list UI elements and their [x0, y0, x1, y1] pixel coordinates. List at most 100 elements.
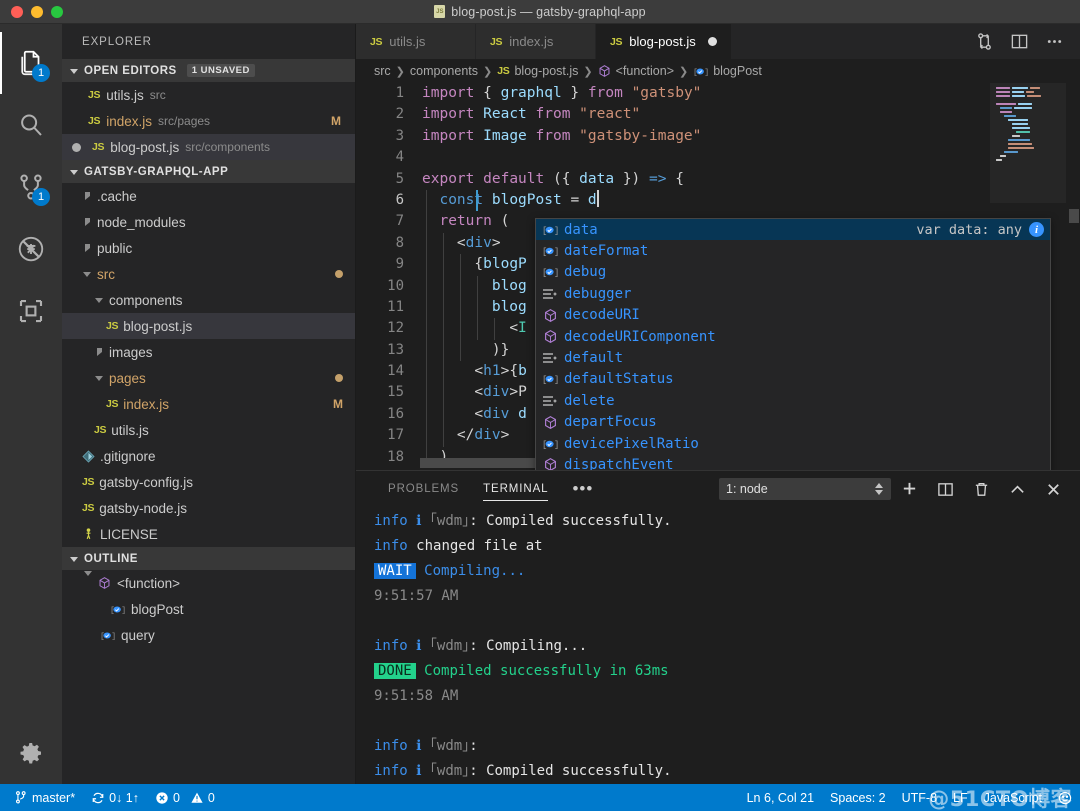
split-terminal-icon[interactable] — [937, 481, 954, 498]
suggest-item[interactable]: default — [536, 347, 1050, 368]
more-actions-icon[interactable] — [1045, 32, 1064, 51]
tree-item-public[interactable]: public — [62, 235, 355, 261]
tab-terminal[interactable]: TERMINAL — [471, 471, 560, 507]
split-merge-icon[interactable] — [975, 32, 994, 51]
tree-item-gitignore[interactable]: .gitignore — [62, 443, 355, 469]
tree-item-license[interactable]: LICENSE — [62, 521, 355, 547]
minimize-window-button[interactable] — [31, 5, 43, 18]
tree-item-blog-post-js[interactable]: JS blog-post.js — [62, 313, 355, 339]
open-editor-row[interactable]: JS index.js src/pages M — [62, 108, 355, 134]
new-terminal-icon[interactable] — [901, 481, 918, 498]
svg-text:]: ] — [111, 631, 115, 641]
split-editor-icon[interactable] — [1010, 32, 1029, 51]
chevron-down-icon — [70, 169, 78, 175]
close-window-button[interactable] — [11, 5, 23, 18]
suggest-item[interactable]: [ ] debug — [536, 262, 1050, 283]
tree-item-pages[interactable]: pages — [62, 365, 355, 391]
tree-item-components[interactable]: components — [62, 287, 355, 313]
tree-item-node-modules[interactable]: node_modules — [62, 209, 355, 235]
tree-item-label: utils.js — [111, 422, 149, 438]
suggest-item[interactable]: decodeURI — [536, 305, 1050, 326]
status-feedback-icon[interactable] — [1050, 784, 1080, 811]
suggest-label: decodeURI — [564, 307, 640, 324]
zoom-window-button[interactable] — [51, 5, 63, 18]
code-editor[interactable]: 1 import { graphql } from "gatsby" 2 impor… — [356, 83, 1080, 470]
status-problems[interactable]: 0 0 — [147, 784, 223, 811]
panel-more-icon[interactable]: ••• — [560, 471, 605, 507]
breadcrumb-function[interactable]: <function> — [616, 64, 674, 78]
breadcrumb-components[interactable]: components — [410, 64, 478, 78]
section-open-editors[interactable]: OPEN EDITORS 1 UNSAVED — [62, 59, 355, 82]
tree-item-gatsby-node[interactable]: JS gatsby-node.js — [62, 495, 355, 521]
unsaved-badge: 1 UNSAVED — [186, 64, 255, 77]
suggest-item[interactable]: delete — [536, 390, 1050, 411]
close-panel-icon[interactable] — [1045, 481, 1062, 498]
terminal-output[interactable]: info ℹ ｢wdm｣: Compiled successfully. inf… — [356, 507, 1080, 784]
suggest-item[interactable]: [ ] devicePixelRatio — [536, 433, 1050, 454]
tree-item-gatsby-config[interactable]: JS gatsby-config.js — [62, 469, 355, 495]
activity-extensions[interactable] — [0, 280, 62, 342]
maximize-panel-icon[interactable] — [1009, 481, 1026, 498]
tab-blog-post-js[interactable]: JS blog-post.js — [596, 24, 732, 59]
tree-item-index-js[interactable]: JS index.js M — [62, 391, 355, 417]
suggest-item[interactable]: [ ] dateFormat — [536, 240, 1050, 261]
suggest-widget[interactable]: [ ] data var data: any i — [535, 218, 1051, 470]
tree-item-cache[interactable]: .cache — [62, 183, 355, 209]
tab-utils-js[interactable]: JS utils.js — [356, 24, 476, 59]
status-cursor-position[interactable]: Ln 6, Col 21 — [733, 784, 822, 811]
tab-index-js[interactable]: JS index.js — [476, 24, 596, 59]
tab-problems[interactable]: PROBLEMS — [376, 471, 471, 507]
suggest-item[interactable]: decodeURIComponent — [536, 326, 1050, 347]
js-file-icon — [434, 5, 446, 18]
outline-item-blogpost[interactable]: [ ] blogPost — [62, 596, 355, 622]
suggest-label: debugger — [564, 285, 632, 302]
status-encoding[interactable]: UTF-8 — [894, 784, 945, 811]
svg-text:]: ] — [554, 247, 558, 257]
status-eol[interactable]: LF — [945, 784, 976, 811]
outline-item-query[interactable]: [ ] query — [62, 622, 355, 648]
scrollbar-thumb[interactable] — [1069, 209, 1079, 223]
open-editor-row[interactable]: JS utils.js src — [62, 82, 355, 108]
svg-text:]: ] — [704, 67, 708, 77]
terminal-selector[interactable]: 1: node — [719, 478, 891, 500]
terminal-line: DONE Compiled successfully in 63ms — [374, 659, 1080, 684]
suggest-item[interactable]: [ ] data var data: any i — [536, 219, 1050, 241]
suggest-item[interactable]: departFocus — [536, 412, 1050, 433]
tree-item-images[interactable]: images — [62, 339, 355, 365]
activity-explorer[interactable]: 1 — [0, 32, 62, 94]
activity-settings[interactable] — [0, 722, 62, 784]
suggest-item[interactable]: [ ] defaultStatus — [536, 369, 1050, 390]
kill-terminal-icon[interactable] — [973, 481, 990, 498]
status-sync-label: 0↓ 1↑ — [109, 790, 139, 805]
breadcrumb-symbol[interactable]: blogPost — [713, 64, 762, 78]
breadcrumb-src[interactable]: src — [374, 64, 391, 78]
breadcrumb-file[interactable]: blog-post.js — [514, 64, 578, 78]
svg-text:]: ] — [554, 269, 558, 279]
suggest-item[interactable]: debugger — [536, 283, 1050, 304]
tab-dirty-icon[interactable] — [707, 37, 717, 46]
editor-vertical-scrollbar[interactable] — [1066, 83, 1080, 470]
status-branch[interactable]: master* — [0, 784, 83, 811]
activity-debug[interactable] — [0, 218, 62, 280]
status-sync[interactable]: 0↓ 1↑ — [83, 784, 147, 811]
tree-item-label: index.js — [123, 396, 170, 412]
activity-source-control[interactable]: 1 — [0, 156, 62, 218]
minimap-slider[interactable] — [990, 83, 1066, 203]
bottom-panel: PROBLEMS TERMINAL ••• 1: node info ℹ ｢wd… — [356, 470, 1080, 784]
info-icon[interactable]: i — [1029, 222, 1044, 238]
line-number: 14 — [387, 363, 404, 380]
tree-item-src[interactable]: src — [62, 261, 355, 287]
outline-item-function[interactable]: <function> — [62, 570, 355, 596]
open-editor-row[interactable]: JS blog-post.js src/components — [62, 134, 355, 160]
suggest-item[interactable]: dispatchEvent — [536, 454, 1050, 470]
status-bar: master* 0↓ 1↑ 0 0 Ln 6, Col 21 Spaces: 2… — [0, 784, 1080, 811]
section-project[interactable]: GATSBY-GRAPHQL-APP — [62, 160, 355, 183]
activity-search[interactable] — [0, 94, 62, 156]
line-number: 2 — [395, 106, 404, 123]
section-outline[interactable]: OUTLINE — [62, 547, 355, 570]
status-language-mode[interactable]: JavaScript — [976, 784, 1050, 811]
tree-item-utils-js[interactable]: JS utils.js — [62, 417, 355, 443]
status-indentation[interactable]: Spaces: 2 — [822, 784, 894, 811]
license-icon — [86, 528, 91, 540]
tree-item-label: .cache — [97, 188, 137, 204]
